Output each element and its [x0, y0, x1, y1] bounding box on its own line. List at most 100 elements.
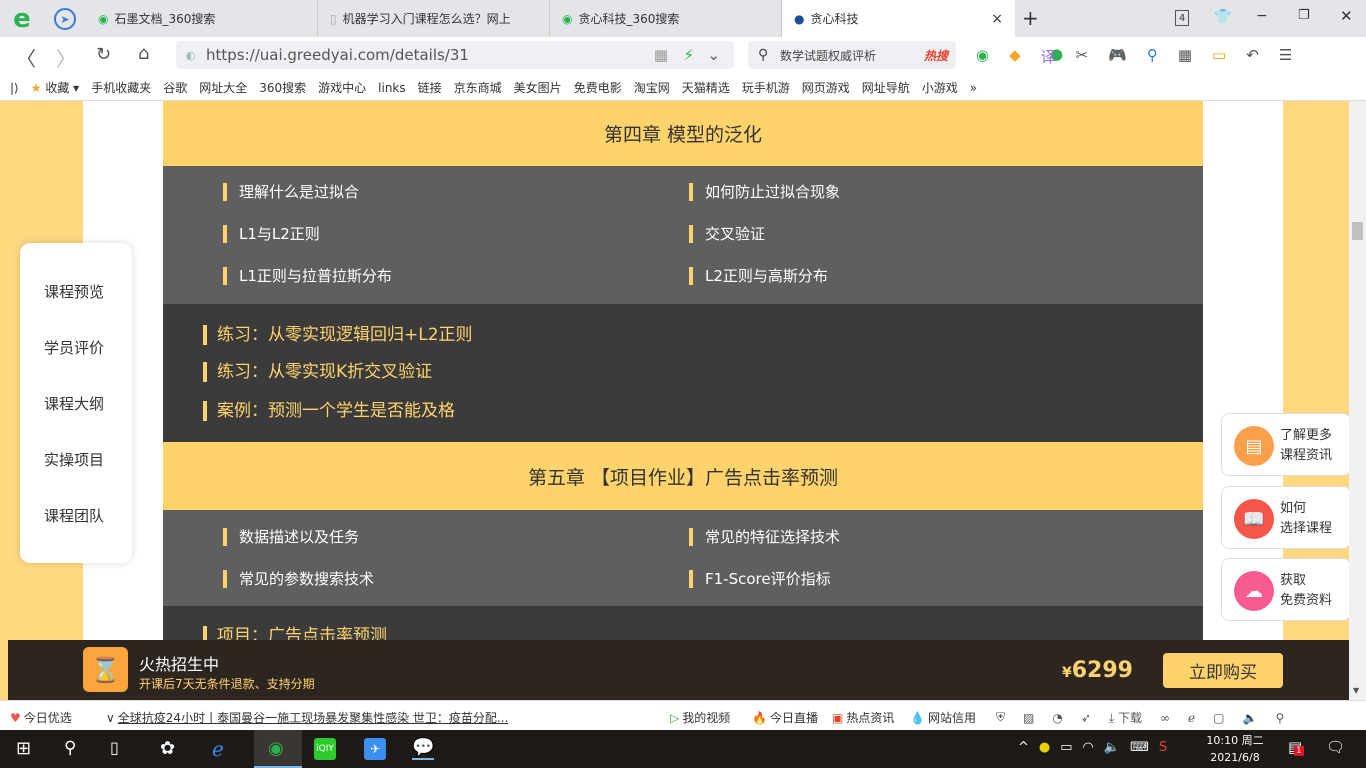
bookmark[interactable]: 京东商城: [454, 79, 502, 96]
more-bookmarks[interactable]: »: [970, 81, 977, 95]
minimize-icon[interactable]: −: [1256, 8, 1268, 24]
vr-icon[interactable]: ∞: [1160, 711, 1170, 725]
bookmark[interactable]: 网址导航: [862, 79, 910, 96]
news-ticker[interactable]: ∨ 全球抗疫24小时丨泰国曼谷一施工现场暴发聚集性感染 世卫：疫苗分配...: [106, 709, 508, 726]
free-materials-card[interactable]: ☁ 获取 免费资料: [1221, 558, 1351, 621]
bookmark[interactable]: 小游戏: [922, 79, 958, 96]
nav-course-team[interactable]: 课程团队: [44, 505, 104, 526]
hot-news[interactable]: ▣ 热点资讯: [832, 709, 894, 726]
chapter-title[interactable]: 第四章 模型的泛化: [163, 101, 1203, 166]
restore-icon[interactable]: ❐: [1298, 8, 1310, 23]
iqiyi-icon[interactable]: iQIY: [314, 738, 336, 760]
notification-app-icon[interactable]: ▤1: [1288, 738, 1304, 756]
tab-2[interactable]: ▯ 机器学习入门课程怎么选？网上: [318, 0, 550, 37]
nav-student-reviews[interactable]: 学员评价: [44, 337, 104, 358]
tab-1[interactable]: ◉ 石墨文档_360搜索: [86, 0, 318, 37]
bookmark-favorites[interactable]: ★ 收藏 ▾: [31, 79, 79, 96]
rocket-icon[interactable]: ➶: [1081, 711, 1091, 725]
today-picks[interactable]: ♥ 今日优选: [10, 709, 72, 726]
task-view-icon[interactable]: ▯: [110, 738, 119, 757]
tab-3[interactable]: ◉ 贪心科技_360搜索: [550, 0, 782, 37]
bookmark[interactable]: 网页游戏: [802, 79, 850, 96]
search-input[interactable]: ⚲ 数学试题权威评析 热搜: [748, 41, 956, 69]
page-scrollbar[interactable]: ▼: [1349, 101, 1366, 700]
url-bar[interactable]: ◐ https://uai.greedyai.com/details/31 ▦ …: [176, 41, 734, 69]
search-icon[interactable]: ⚲: [64, 738, 76, 758]
scroll-thumb[interactable]: [1352, 222, 1363, 240]
battery-icon[interactable]: ▭: [1060, 740, 1072, 755]
magnifier-icon[interactable]: ⚲: [1147, 46, 1158, 67]
pinwheel-app-icon[interactable]: ✿: [160, 738, 175, 759]
bird-app-icon[interactable]: ✈: [364, 738, 386, 760]
close-tab-icon[interactable]: ×: [991, 11, 1003, 27]
tab-count-badge[interactable]: 4: [1175, 10, 1189, 26]
tray-360-icon[interactable]: ●: [1039, 740, 1050, 755]
nav-projects[interactable]: 实操项目: [44, 449, 104, 470]
translate-icon[interactable]: 译: [1041, 46, 1056, 67]
bookmark[interactable]: 360搜索: [259, 79, 306, 96]
speed-icon[interactable]: ◔: [1052, 711, 1062, 725]
scissors-icon[interactable]: ✂: [1076, 46, 1089, 67]
forward-icon[interactable]: 〉: [56, 43, 76, 72]
scroll-down-icon[interactable]: ▼: [1353, 686, 1359, 695]
nav-course-outline[interactable]: 课程大纲: [44, 393, 104, 414]
bookmark[interactable]: 网址大全: [199, 79, 247, 96]
clock[interactable]: 10:10 周二 2021/6/8: [1200, 732, 1270, 766]
battery-icon[interactable]: ▭: [1212, 46, 1226, 67]
sogou-ime-icon[interactable]: S: [1159, 740, 1167, 755]
game-icon[interactable]: 🎮: [1108, 46, 1127, 67]
home-icon[interactable]: ⌂: [138, 43, 149, 64]
bookmark[interactable]: 手机收藏夹: [91, 79, 151, 96]
site-credit[interactable]: 💧 网站信用: [910, 709, 976, 726]
choose-course-card[interactable]: 📖 如何 选择课程: [1221, 486, 1351, 549]
download-button[interactable]: ⤓ 下载: [1109, 709, 1142, 726]
shield-icon[interactable]: ⛨: [996, 710, 1005, 725]
sidebar-toggle-icon[interactable]: |⟩: [10, 81, 19, 95]
chapter-title[interactable]: 第五章 【项目作业】广告点击率预测: [163, 442, 1203, 510]
undo-icon[interactable]: ↶: [1246, 46, 1259, 67]
bookmark[interactable]: 淘宝网: [634, 79, 670, 96]
image-icon[interactable]: ▨: [1023, 711, 1034, 725]
zoom-icon[interactable]: ⚲: [1275, 711, 1284, 725]
tab-4-active[interactable]: ● 贪心科技 ×: [782, 0, 1015, 37]
coin-icon[interactable]: ◆: [1009, 46, 1021, 67]
window-icon[interactable]: ▢: [1213, 711, 1224, 725]
nav-course-preview[interactable]: 课程预览: [44, 281, 104, 302]
bookmark[interactable]: 免费电影: [574, 79, 622, 96]
bookmark[interactable]: 谷歌: [163, 79, 187, 96]
bookmark[interactable]: 玩手机游: [742, 79, 790, 96]
keyboard-icon[interactable]: ⌨: [1130, 740, 1149, 755]
buy-now-button[interactable]: 立即购买: [1163, 653, 1283, 688]
wifi-icon[interactable]: ◠: [1083, 740, 1094, 755]
ie-icon[interactable]: ℯ: [1188, 711, 1195, 725]
volume-icon[interactable]: 🔈: [1104, 740, 1120, 755]
navigation-icon[interactable]: ➤: [54, 8, 76, 30]
bookmark[interactable]: 天猫精选: [682, 79, 730, 96]
my-videos[interactable]: ▷ 我的视频: [670, 709, 730, 726]
wechat-icon[interactable]: 💬: [412, 737, 435, 760]
menu-icon[interactable]: ☰: [1279, 46, 1292, 67]
lightning-icon[interactable]: ⚡: [683, 46, 694, 64]
windows-start-icon[interactable]: ⊞: [16, 738, 31, 759]
back-icon[interactable]: 〈: [16, 43, 36, 72]
volume-icon[interactable]: 🔈: [1243, 711, 1258, 725]
apps-grid-icon[interactable]: ▦: [1178, 46, 1192, 67]
close-window-icon[interactable]: ✕: [1340, 7, 1353, 25]
ie-browser-icon[interactable]: ℯ: [212, 737, 224, 761]
green-extension-icon[interactable]: ◉: [976, 46, 989, 67]
bookmark[interactable]: 游戏中心: [318, 79, 366, 96]
reload-icon[interactable]: ↻: [96, 44, 111, 65]
new-tab-icon[interactable]: +: [1022, 6, 1039, 30]
bookmark-folder[interactable]: links: [378, 81, 405, 95]
bookmark[interactable]: 美女图片: [514, 79, 562, 96]
more-info-card[interactable]: ▤ 了解更多 课程资讯: [1221, 413, 1351, 476]
skin-icon[interactable]: 👕: [1214, 9, 1231, 25]
qr-icon[interactable]: ▦: [654, 46, 668, 64]
live-today[interactable]: 🔥 今日直播: [752, 709, 818, 726]
taskbar-360-browser[interactable]: ◉: [254, 730, 302, 768]
action-center-icon[interactable]: 🗨: [1326, 738, 1345, 756]
hot-search-label[interactable]: 热搜: [924, 47, 948, 64]
bookmark-folder[interactable]: 链接: [418, 79, 442, 96]
tray-expand-icon[interactable]: ^: [1018, 740, 1029, 755]
chevron-down-icon[interactable]: ⌄: [707, 46, 720, 64]
